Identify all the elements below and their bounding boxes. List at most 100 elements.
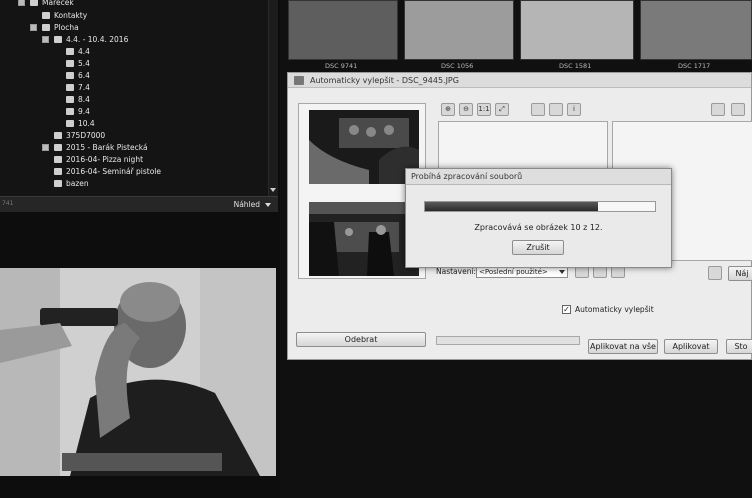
thumbnail-label: DSC 1056 — [441, 62, 474, 70]
stop-button[interactable]: Sto — [726, 339, 752, 354]
chevron-down-icon — [559, 270, 565, 274]
apply-all-button[interactable]: Aplikovat na vše — [588, 339, 658, 354]
settings-select-value: <Poslední použité> — [479, 268, 548, 276]
folder-icon — [54, 168, 62, 175]
cancel-button[interactable]: Zrušit — [512, 240, 564, 255]
tree-item-label: 6.4 — [78, 71, 90, 80]
folder-tree: Mareček Kontakty Plocha 4.4. - 10.4. 2016 4.… — [0, 0, 278, 196]
expand-toggle-icon[interactable] — [42, 144, 49, 151]
tree-item-label: 2015 - Barák Pistecká — [66, 143, 148, 152]
header-number: 741 — [2, 200, 14, 207]
tree-item-label: 2016-04- Pizza night — [66, 155, 144, 164]
photo-thumbnail[interactable] — [288, 0, 398, 60]
overall-progress-bar — [436, 336, 580, 345]
histogram-icon[interactable] — [549, 103, 563, 116]
tree-item[interactable]: Mareček — [30, 0, 74, 8]
dialog-title-bar: Automaticky vylepšit - DSC_9445.JPG — [288, 73, 751, 88]
preview-dropdown-label[interactable]: Náhled — [234, 200, 260, 209]
preview-icon[interactable] — [708, 266, 722, 280]
thumbnail-label: DSC 1581 — [559, 62, 592, 70]
tree-item-label: Kontakty — [54, 11, 88, 20]
zoom-out-button[interactable]: ⊖ — [459, 103, 473, 116]
tree-item[interactable]: 6.4 — [66, 70, 90, 81]
info-button[interactable]: i — [567, 103, 581, 116]
actual-size-button[interactable]: 1:1 — [477, 103, 491, 116]
expand-toggle-icon[interactable] — [18, 0, 25, 6]
tree-item-label: 9.4 — [78, 107, 90, 116]
fit-button[interactable]: ⤢ — [495, 103, 509, 116]
tree-item[interactable]: 2016-04- Pizza night — [54, 154, 143, 165]
folder-icon — [66, 72, 74, 79]
auto-enhance-label: Automaticky vylepšit — [575, 305, 654, 314]
folder-icon — [54, 180, 62, 187]
photo-thumbnail[interactable] — [520, 0, 634, 60]
zoom-in-button[interactable]: ⊕ — [441, 103, 455, 116]
tree-item-label: Plocha — [54, 23, 79, 32]
app-icon — [294, 76, 304, 85]
folder-icon — [54, 132, 62, 139]
tree-item-label: 375D7000 — [66, 131, 106, 140]
after-thumbnail — [309, 202, 419, 276]
thumbnail-label: DSC 9741 — [325, 62, 358, 70]
folder-icon — [66, 108, 74, 115]
photo-thumbnail[interactable] — [404, 0, 514, 60]
progress-bar — [424, 201, 656, 212]
tree-item-label: 8.4 — [78, 95, 90, 104]
tree-scrollbar[interactable] — [268, 0, 278, 196]
chevron-down-icon[interactable] — [265, 203, 271, 207]
progress-dialog-title: Probíhá zpracování souborů — [406, 169, 671, 185]
progress-dialog: Probíhá zpracování souborů Zpracovává se… — [405, 168, 672, 268]
tree-item[interactable]: 10.4 — [66, 118, 95, 129]
tree-item-label: 2016-04- Seminář pistole — [66, 167, 161, 176]
thumbnail-label: DSC 1717 — [678, 62, 711, 70]
tree-item[interactable]: Kontakty — [42, 10, 87, 21]
tree-item[interactable]: 9.4 — [66, 106, 90, 117]
tree-item[interactable]: 4.4 — [66, 46, 90, 57]
remove-button[interactable]: Odebrat — [296, 332, 426, 347]
tree-item-label: 5.4 — [78, 59, 90, 68]
naj-button[interactable]: Náj — [728, 266, 752, 281]
single-view-icon[interactable] — [731, 103, 745, 116]
folder-icon — [54, 156, 62, 163]
before-thumbnail — [309, 110, 419, 184]
folder-icon — [42, 24, 50, 31]
compare-icon[interactable] — [531, 103, 545, 116]
progress-bar-fill — [425, 202, 598, 211]
tree-item-label: Mareček — [42, 0, 74, 7]
tree-item[interactable]: 7.4 — [66, 82, 90, 93]
tree-item[interactable]: 2016-04- Seminář pistole — [54, 166, 161, 177]
tree-item-label: 4.4. - 10.4. 2016 — [66, 35, 129, 44]
folder-icon — [66, 120, 74, 127]
photo-thumbnail[interactable] — [640, 0, 752, 60]
tree-item-label: 10.4 — [78, 119, 95, 128]
tree-item[interactable]: Plocha — [42, 22, 79, 33]
expand-toggle-icon[interactable] — [30, 24, 37, 31]
progress-status-text: Zpracovává se obrázek 10 z 12. — [474, 223, 603, 232]
auto-enhance-checkbox[interactable]: ✓ — [562, 305, 571, 314]
tree-item-label: 4.4 — [78, 47, 90, 56]
apply-button[interactable]: Aplikovat — [664, 339, 718, 354]
tree-item[interactable]: 2015 - Barák Pistecká — [54, 142, 148, 153]
tree-item[interactable]: 8.4 — [66, 94, 90, 105]
folder-icon — [66, 84, 74, 91]
preview-header: 741 Náhled — [0, 196, 278, 212]
folder-icon — [66, 96, 74, 103]
tree-item-label: 7.4 — [78, 83, 90, 92]
folder-icon — [42, 12, 50, 19]
tree-item[interactable]: bazen — [54, 178, 89, 189]
scroll-down-icon[interactable] — [270, 188, 276, 192]
tree-item-label: bazen — [66, 179, 89, 188]
tree-item[interactable]: 5.4 — [66, 58, 90, 69]
folder-icon — [66, 48, 74, 55]
dialog-title: Automaticky vylepšit - DSC_9445.JPG — [310, 76, 459, 85]
folder-icon — [66, 60, 74, 67]
folder-icon — [54, 144, 62, 151]
tree-item[interactable]: 4.4. - 10.4. 2016 — [54, 34, 128, 45]
expand-toggle-icon[interactable] — [42, 36, 49, 43]
split-view-icon[interactable] — [711, 103, 725, 116]
folder-icon — [30, 0, 38, 6]
settings-label: Nastavení: — [436, 267, 477, 276]
preview-image — [0, 268, 276, 476]
tree-item[interactable]: 375D7000 — [54, 130, 105, 141]
folder-icon — [54, 36, 62, 43]
